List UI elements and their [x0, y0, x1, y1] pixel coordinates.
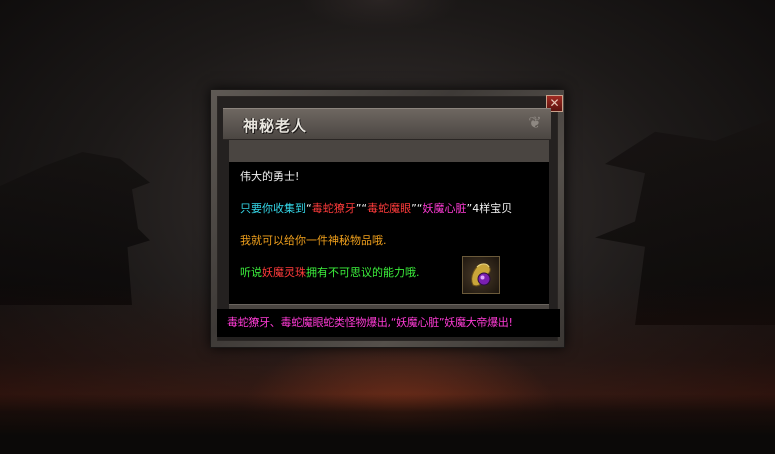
collect-suffix: ”4样宝贝 — [466, 202, 513, 215]
drop-info-text: 毒蛇獠牙、毒蛇魔眼蛇类怪物爆出,“妖魔心脏”妖魔大帝爆出! — [227, 316, 513, 329]
hint-suffix: 拥有不可思议的能力哦. — [306, 266, 420, 279]
title-bar: 神秘老人 ❦ — [223, 108, 551, 140]
hint-prefix: 听说 — [240, 266, 262, 279]
item-name-heart: 妖魔心脏 — [422, 202, 467, 215]
hanging-rock — [300, 0, 460, 30]
collect-prefix: 只要你收集到 — [240, 202, 306, 215]
reward-text: 我就可以给你一件神秘物品哦. — [240, 234, 387, 247]
ornament-icon: ❦ — [528, 113, 542, 132]
orb-icon — [471, 263, 491, 287]
footer-bar: 毒蛇獠牙、毒蛇魔眼蛇类怪物爆出,“妖魔心脏”妖魔大帝爆出! — [217, 309, 560, 337]
collect-text: 只要你收集到“毒蛇獠牙”“毒蛇魔眼”“妖魔心脏”4样宝贝 — [240, 200, 512, 216]
hint-text: 听说妖魔灵珠拥有不可思议的能力哦. — [240, 264, 420, 280]
item-name-fang: 毒蛇獠牙 — [311, 202, 356, 215]
dialog-content: 伟大的勇士! 只要你收集到“毒蛇獠牙”“毒蛇魔眼”“妖魔心脏”4样宝贝 我就可以… — [229, 162, 549, 304]
crowd-silhouette — [0, 394, 775, 454]
title-underbar — [229, 140, 549, 163]
dialog-title: 神秘老人 — [243, 117, 308, 135]
quote-mark: ”“ — [355, 202, 368, 215]
item-name-orb: 妖魔灵珠 — [262, 266, 306, 279]
quote-mark: ”“ — [411, 202, 423, 215]
item-name-eye: 毒蛇魔眼 — [367, 202, 412, 215]
pagoda-left-silhouette — [0, 152, 150, 305]
npc-dialog: ✕ 神秘老人 ❦ 伟大的勇士! 只要你收集到“毒蛇獠牙”“毒蛇魔眼”“妖魔心脏”… — [210, 89, 565, 348]
greeting-text: 伟大的勇士! — [240, 170, 300, 183]
item-slot[interactable] — [462, 256, 500, 294]
